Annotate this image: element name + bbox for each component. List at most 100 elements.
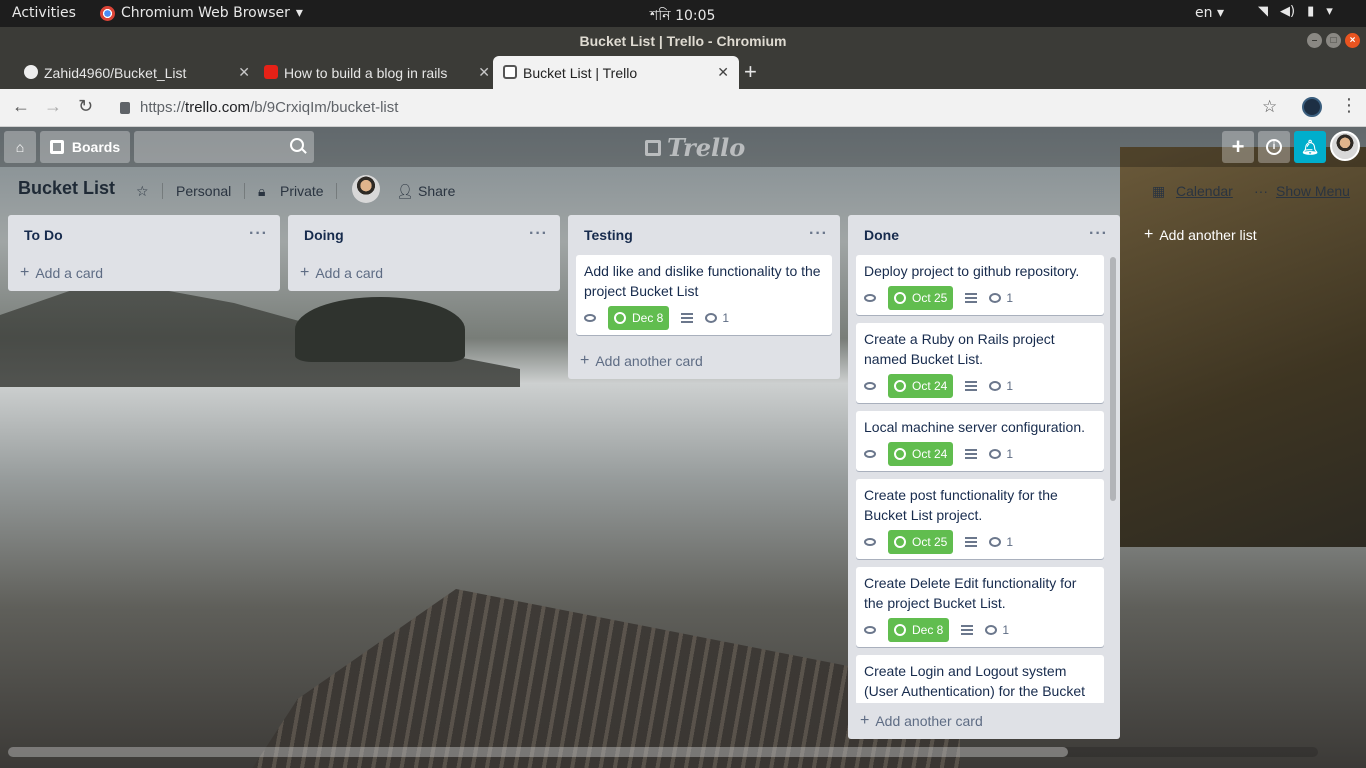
close-icon[interactable]: ✕ xyxy=(717,64,729,81)
card-badges: Oct 25 1 xyxy=(864,529,1096,555)
trello-icon xyxy=(503,65,517,79)
board-title[interactable]: Bucket List xyxy=(18,178,115,199)
list-header[interactable]: Doing ··· xyxy=(288,215,560,255)
window-title-bar: Bucket List | Trello - Chromium – □ × xyxy=(0,27,1366,55)
boards-button[interactable]: Boards xyxy=(40,131,130,163)
tab-trello[interactable]: Bucket List | Trello ✕ xyxy=(493,56,739,89)
browser-menu-icon[interactable]: ⋮ xyxy=(1340,95,1358,116)
minimize-icon[interactable]: – xyxy=(1307,33,1322,48)
description-icon xyxy=(965,381,978,391)
list-menu-icon[interactable]: ··· xyxy=(1089,225,1108,243)
card[interactable]: Create Delete Edit functionality for the… xyxy=(856,567,1104,647)
card[interactable]: Add like and dislike functionality to th… xyxy=(576,255,832,335)
plus-icon: + xyxy=(1231,134,1245,159)
app-menu-label: Chromium Web Browser xyxy=(121,5,290,21)
list-doing: Doing ··· + Add a card xyxy=(288,215,560,291)
due-date-badge[interactable]: Dec 8 xyxy=(888,618,950,642)
visibility-button[interactable]: Private xyxy=(280,183,324,199)
tab-label: Zahid4960/Bucket_List xyxy=(44,64,187,81)
card[interactable]: Create post functionality for the Bucket… xyxy=(856,479,1104,559)
clock-icon xyxy=(614,312,626,324)
list-header[interactable]: Testing ··· xyxy=(568,215,840,255)
due-date-badge[interactable]: Oct 25 xyxy=(888,286,954,310)
card[interactable]: Create a Ruby on Rails project named Buc… xyxy=(856,323,1104,403)
comment-count: 1 xyxy=(1002,623,1010,637)
tab-youtube[interactable]: How to build a blog in rails ✕ xyxy=(254,56,500,89)
close-icon[interactable]: ✕ xyxy=(238,64,250,81)
forward-arrow-icon[interactable]: → xyxy=(44,96,62,117)
system-clock[interactable]: শনি 10:05 xyxy=(650,4,715,28)
due-date-label: Dec 8 xyxy=(632,311,664,325)
trello-logo[interactable]: Trello xyxy=(645,133,745,162)
maximize-icon[interactable]: □ xyxy=(1326,33,1341,48)
board-horizontal-scrollbar[interactable] xyxy=(8,747,1318,757)
search-icon[interactable] xyxy=(290,138,304,152)
scrollbar-thumb[interactable] xyxy=(8,747,1068,757)
comment-badge: 1 xyxy=(705,311,729,325)
card[interactable]: Deploy project to github repository. Oct… xyxy=(856,255,1104,315)
create-button[interactable]: + xyxy=(1222,131,1254,163)
back-arrow-icon[interactable]: ← xyxy=(12,96,30,117)
home-button[interactable]: ⌂ xyxy=(4,131,36,163)
language-indicator[interactable]: en ▾ xyxy=(1195,5,1224,21)
app-menu[interactable]: Chromium Web Browser ▾ xyxy=(100,5,303,21)
add-member-icon: 👤︎ xyxy=(396,183,414,199)
reload-icon[interactable]: ↻ xyxy=(78,96,93,117)
profile-avatar[interactable] xyxy=(1302,97,1322,117)
comment-icon xyxy=(989,381,1002,391)
card-badges: Dec 8 1 xyxy=(864,617,1096,643)
add-card-button[interactable]: + Add a card xyxy=(288,255,560,291)
close-window-icon[interactable]: × xyxy=(1345,33,1360,48)
activities-button[interactable]: Activities xyxy=(12,5,76,21)
add-card-button[interactable]: + Add another card xyxy=(568,343,840,379)
description-icon xyxy=(965,537,978,547)
list-menu-icon[interactable]: ··· xyxy=(809,225,828,243)
new-tab-button[interactable]: + xyxy=(744,59,757,85)
user-avatar[interactable] xyxy=(1330,131,1360,161)
bookmark-star-icon[interactable]: ☆ xyxy=(1262,97,1277,117)
list-menu-icon[interactable]: ··· xyxy=(249,225,268,243)
window-controls: – □ × xyxy=(1307,33,1360,48)
card[interactable]: Local machine server configuration. Oct … xyxy=(856,411,1104,471)
info-button[interactable]: i xyxy=(1258,131,1290,163)
comment-badge: 1 xyxy=(985,623,1009,637)
due-date-badge[interactable]: Oct 24 xyxy=(888,374,954,398)
tab-github[interactable]: Zahid4960/Bucket_List ✕ xyxy=(14,56,260,89)
volume-icon: ◀) xyxy=(1280,4,1296,19)
close-icon[interactable]: ✕ xyxy=(478,64,490,81)
system-tray[interactable]: ◥ ◀) ▮ ▾ xyxy=(1258,4,1333,19)
battery-icon: ▮ xyxy=(1307,4,1315,19)
notifications-button[interactable]: 🔔︎ xyxy=(1294,131,1326,163)
add-list-button[interactable]: + Add another list xyxy=(1128,215,1366,255)
tab-label: Bucket List | Trello xyxy=(523,64,638,81)
card-badges: Oct 24 1 xyxy=(864,373,1096,399)
plus-icon: + xyxy=(20,264,30,281)
card[interactable]: Create Login and Logout system (User Aut… xyxy=(856,655,1104,703)
description-icon xyxy=(961,625,974,635)
due-date-badge[interactable]: Oct 25 xyxy=(888,530,954,554)
share-button[interactable]: Share xyxy=(418,183,455,199)
comment-icon xyxy=(705,313,718,323)
comment-icon xyxy=(989,293,1002,303)
description-icon xyxy=(965,449,978,459)
list-header[interactable]: To Do ··· xyxy=(8,215,280,255)
due-date-badge[interactable]: Oct 24 xyxy=(888,442,954,466)
plus-icon: + xyxy=(580,352,590,369)
comment-count: 1 xyxy=(1006,447,1014,461)
star-board-icon[interactable]: ☆ xyxy=(136,183,149,200)
member-avatar[interactable] xyxy=(352,175,380,203)
list-menu-icon[interactable]: ··· xyxy=(529,225,548,243)
add-card-button[interactable]: + Add another card xyxy=(848,703,1120,739)
list-title: Done xyxy=(864,227,899,243)
due-date-badge[interactable]: Dec 8 xyxy=(608,306,670,330)
search-input[interactable] xyxy=(134,131,314,163)
team-button[interactable]: Personal xyxy=(176,183,231,199)
due-date-label: Dec 8 xyxy=(912,623,944,637)
list-header[interactable]: Done ··· xyxy=(848,215,1120,255)
calendar-button[interactable]: Calendar xyxy=(1176,183,1233,199)
show-menu-button[interactable]: Show Menu xyxy=(1276,183,1350,199)
chevron-down-icon: ▾ xyxy=(295,5,303,21)
card-title: Create Login and Logout system (User Aut… xyxy=(864,663,1085,699)
add-card-button[interactable]: + Add a card xyxy=(8,255,280,291)
url-bar[interactable]: https://trello.com/b/9CrxiqIm/bucket-lis… xyxy=(120,99,398,116)
